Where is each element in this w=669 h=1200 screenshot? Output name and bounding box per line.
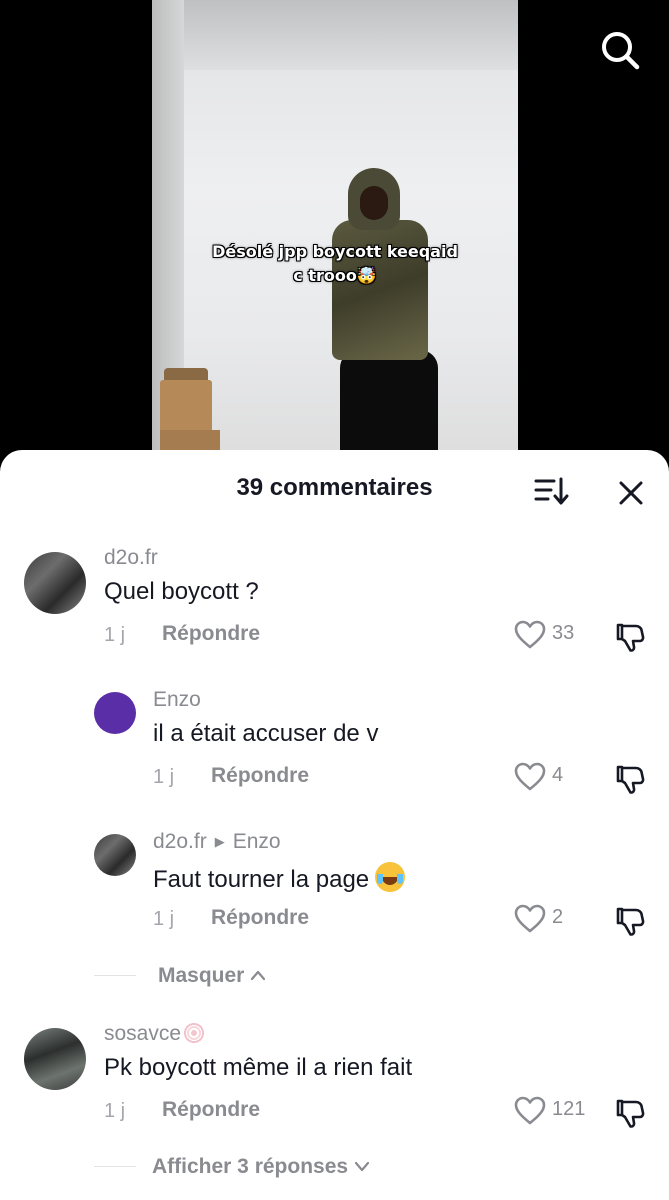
comment-text-row: Faut tourner la page xyxy=(153,862,406,894)
comment-username[interactable]: d2o.fr xyxy=(104,546,158,570)
reply-button[interactable]: Répondre xyxy=(211,764,309,788)
comment-text: Pk boycott même il a rien fait xyxy=(104,1054,413,1081)
comment-item: sosavce Pk boycott même il a rien fait 1… xyxy=(0,1022,669,1128)
thumbs-down-icon xyxy=(616,765,645,794)
caret-right-icon: ▶ xyxy=(214,834,225,849)
avatar[interactable] xyxy=(94,834,136,876)
reply-button[interactable]: Répondre xyxy=(162,1098,260,1122)
comment-username[interactable]: d2o.fr xyxy=(153,830,207,853)
dislike-button[interactable] xyxy=(614,622,646,652)
dislike-button[interactable] xyxy=(614,906,646,936)
flower-badge-icon xyxy=(183,1022,206,1044)
thread-divider xyxy=(94,1166,136,1167)
heart-icon xyxy=(514,762,546,791)
reply-to-username[interactable]: Enzo xyxy=(233,830,281,853)
hide-replies-button[interactable]: Masquer xyxy=(158,964,266,988)
show-replies-label: Afficher 3 réponses xyxy=(152,1155,349,1178)
comment-username-row: d2o.fr ▶ Enzo xyxy=(153,830,281,854)
comment-text: il a était accuser de v xyxy=(153,720,379,747)
thread-divider xyxy=(94,975,136,976)
video-player[interactable]: Désolé jpp boycott keeqaid c trooo🤯 xyxy=(0,0,669,470)
comment-username[interactable]: sosavce xyxy=(104,1022,181,1045)
sort-icon xyxy=(534,477,569,505)
avatar[interactable] xyxy=(24,1028,86,1090)
reply-button[interactable]: Répondre xyxy=(211,906,309,930)
avatar[interactable] xyxy=(24,552,86,614)
video-frame[interactable]: Désolé jpp boycott keeqaid c trooo🤯 xyxy=(152,0,518,470)
dislike-button[interactable] xyxy=(614,764,646,794)
heart-icon xyxy=(514,620,546,649)
comment-time: 1 j xyxy=(104,1100,126,1122)
heart-icon xyxy=(514,1096,546,1125)
like-count: 33 xyxy=(552,622,575,644)
close-button[interactable] xyxy=(614,476,648,510)
like-count: 4 xyxy=(552,764,564,786)
thumbs-down-icon xyxy=(616,1099,645,1128)
comment-username[interactable]: Enzo xyxy=(153,688,201,712)
laughing-emoji-icon xyxy=(375,862,406,892)
comment-time: 1 j xyxy=(153,766,175,788)
like-count: 2 xyxy=(552,906,564,928)
search-icon xyxy=(602,32,640,70)
video-caption-line-2: c trooo🤯 xyxy=(293,266,377,285)
video-ceiling xyxy=(152,0,518,70)
comment-text: Faut tourner la page xyxy=(153,866,370,893)
like-count: 121 xyxy=(552,1098,586,1120)
hide-replies-label: Masquer xyxy=(158,964,245,987)
chevron-up-icon xyxy=(251,970,266,981)
like-button[interactable]: 4 xyxy=(514,762,574,794)
thumbs-down-icon xyxy=(616,907,645,936)
close-icon xyxy=(619,481,643,505)
sort-button[interactable] xyxy=(532,474,570,508)
reply-item: d2o.fr ▶ Enzo Faut tourner la page 1 j Rép… xyxy=(0,830,669,936)
comment-time: 1 j xyxy=(153,908,175,930)
like-button[interactable]: 2 xyxy=(514,904,574,936)
video-caption-line-1: Désolé jpp boycott keeqaid xyxy=(212,242,458,261)
show-replies-button[interactable]: Afficher 3 réponses xyxy=(152,1155,370,1179)
dislike-button[interactable] xyxy=(614,1098,646,1128)
like-button[interactable]: 121 xyxy=(514,1096,590,1128)
reply-item: Enzo il a était accuser de v 1 j Répondr… xyxy=(0,688,669,794)
heart-icon xyxy=(514,904,546,933)
video-caption: Désolé jpp boycott keeqaid c trooo🤯 xyxy=(152,240,518,288)
comment-username-row: sosavce xyxy=(104,1022,206,1046)
comment-item: d2o.fr Quel boycott ? 1 j Répondre 33 xyxy=(0,546,669,652)
thumbs-down-icon xyxy=(616,623,645,652)
comment-time: 1 j xyxy=(104,624,126,646)
like-button[interactable]: 33 xyxy=(514,620,584,652)
comments-sheet: 39 commentaires d2o.fr Quel boycott ? 1 … xyxy=(0,450,669,1200)
search-button[interactable] xyxy=(598,28,642,72)
avatar[interactable] xyxy=(94,692,136,734)
video-person-face xyxy=(360,186,388,220)
chevron-down-icon xyxy=(354,1161,370,1172)
reply-button[interactable]: Répondre xyxy=(162,622,260,646)
comment-text: Quel boycott ? xyxy=(104,578,259,605)
